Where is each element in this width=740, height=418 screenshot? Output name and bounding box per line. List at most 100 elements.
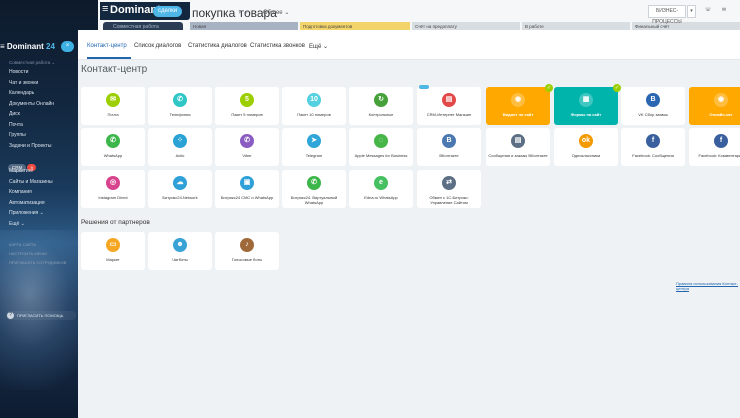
connector-tile[interactable]: В ВКонтакте bbox=[417, 128, 481, 166]
sidebar-item[interactable]: Почта bbox=[9, 122, 23, 128]
deal-title-icons[interactable]: ✓ ✓ bbox=[238, 9, 250, 16]
help-icon: ? bbox=[7, 312, 14, 319]
close-slider-button[interactable]: × bbox=[61, 41, 74, 52]
connector-tile-label: Формы на сайт bbox=[570, 112, 602, 117]
sidebar-item[interactable]: Приложения ⌄ bbox=[9, 210, 44, 216]
connector-tile[interactable]: 5 Пакет 5 номеров bbox=[215, 87, 279, 125]
sidebar-footer-link[interactable]: КАРТА САЙТА bbox=[9, 242, 36, 247]
connector-tile-label: Онлайн-чат bbox=[709, 112, 733, 117]
apple-messages-icon: ◌ bbox=[374, 134, 388, 148]
connector-tile[interactable]: ▦ Формы на сайт ✓ bbox=[554, 84, 621, 125]
viber-icon: ✆ bbox=[240, 134, 254, 148]
sidebar-item[interactable]: Группы bbox=[9, 132, 26, 138]
edna-icon: e bbox=[374, 176, 388, 190]
cloud-icon: ☁ bbox=[173, 176, 187, 190]
sidebar-footer-link[interactable]: НАСТРОИТЬ МЕНЮ bbox=[9, 251, 47, 256]
connector-tile[interactable]: ▣ Битрикс24 СМС и WhatsApp bbox=[215, 170, 279, 208]
connector-tile-label: Пакет 5 номеров bbox=[231, 112, 263, 117]
connector-tile-label: Телефония bbox=[169, 112, 191, 117]
connector-tile[interactable]: ☁ Битрикс24.Network bbox=[148, 170, 212, 208]
connector-tile[interactable]: ➤ Telegram bbox=[282, 128, 346, 166]
connector-tile[interactable]: 10 Пакет 10 номеров bbox=[282, 87, 346, 125]
sidebar-item[interactable]: Чат и звонки bbox=[9, 80, 38, 86]
deal-brand-badge[interactable]: сделки bbox=[153, 6, 183, 17]
connector-tile[interactable]: ✆ Viber bbox=[215, 128, 279, 166]
connector-tile[interactable]: ◎ Instagram Direct bbox=[81, 170, 145, 208]
connector-tile[interactable]: ▤ CRM-Интернет Магазин bbox=[417, 85, 481, 125]
business-process-more-button[interactable]: ▾ bbox=[687, 5, 696, 18]
phone-icon[interactable]: ☏ bbox=[702, 5, 714, 18]
connector-tile-label: Виджет на сайт bbox=[502, 112, 534, 117]
sidebar-item[interactable]: Документы Онлайн bbox=[9, 101, 54, 107]
deal-mode-select[interactable]: Общее ⌄ bbox=[263, 9, 289, 16]
telegram-icon: ➤ bbox=[307, 134, 321, 148]
business-process-button[interactable]: БИЗНЕС-ПРОЦЕССЫ bbox=[648, 5, 686, 25]
hamburger-icon[interactable]: ≡ bbox=[102, 3, 108, 15]
phone-icon: ✆ bbox=[173, 93, 187, 107]
sidebar-item[interactable]: Диск bbox=[9, 111, 20, 117]
connector-tile[interactable]: ✆ Битрикс24. Виртуальный WhatsApp bbox=[282, 170, 346, 208]
connector-tile[interactable]: ↻ Контрольные bbox=[349, 87, 413, 125]
sidebar-item[interactable]: Автоматизация bbox=[9, 200, 45, 206]
sidebar-item[interactable]: Компания bbox=[9, 189, 32, 195]
tab-item[interactable]: Контакт-центр bbox=[87, 43, 127, 49]
connector-tile[interactable]: ♪ Голосовые боты bbox=[215, 232, 279, 270]
connector-tile[interactable]: f Facebook: Комментарии bbox=[689, 128, 740, 166]
facebook-comments-icon: f bbox=[714, 134, 728, 148]
sim-icon: 5 bbox=[240, 93, 254, 107]
connector-tile[interactable]: В VK Сбор заявок bbox=[621, 87, 685, 125]
instagram-icon: ◎ bbox=[106, 176, 120, 190]
sidebar-subtitle[interactable]: Совместная работа ⌄ bbox=[9, 60, 55, 66]
connector-tile[interactable]: ☻ Чатботы bbox=[148, 232, 212, 270]
connector-tile[interactable]: ⇄ Обмен с 1С-Битрикс: Управление Сайтом bbox=[417, 170, 481, 208]
sidebar-item[interactable]: Новости bbox=[9, 69, 28, 75]
sidebar-item[interactable]: Сайты и Магазины bbox=[9, 179, 53, 185]
sidebar-item[interactable]: Календарь bbox=[9, 90, 34, 96]
connector-tile[interactable]: f Facebook: Сообщения bbox=[621, 128, 685, 166]
connector-tile-label: Пакет 10 номеров bbox=[297, 112, 331, 117]
sidebar-brand[interactable]: ≡ Dominant 24 bbox=[0, 42, 55, 51]
sidebar-item[interactable]: Маркетинг bbox=[9, 168, 33, 174]
tab-item[interactable]: Список диалогов bbox=[134, 43, 181, 49]
hamburger-icon[interactable]: ≡ bbox=[0, 42, 7, 51]
connector-tile[interactable]: ✆ Телефония bbox=[148, 87, 212, 125]
market-icon: ▭ bbox=[106, 238, 120, 252]
sms-icon: ▣ bbox=[240, 176, 254, 190]
tab-item[interactable]: Статистика звонков bbox=[250, 43, 305, 49]
connector-tile[interactable]: ✉ Почта bbox=[81, 87, 145, 125]
connector-tile-label: Почта bbox=[107, 112, 119, 117]
connector-tile[interactable]: ok Одноклассники bbox=[554, 128, 618, 166]
connector-tile-label: Чатботы bbox=[172, 257, 188, 262]
connector-tile[interactable]: ▤ Сообщения и заказы ВКонтакте bbox=[486, 128, 550, 166]
tab-item[interactable]: Ещё ⌄ bbox=[309, 43, 328, 50]
sidebar-footer-link[interactable]: ПРИГЛАСИТЬ СОТРУДНИКОВ bbox=[9, 260, 66, 265]
connector-tile[interactable]: ⁘ Avito bbox=[148, 128, 212, 166]
sidebar-item[interactable]: Задачи и Проекты bbox=[9, 143, 51, 149]
connector-tile[interactable]: ◉ Онлайн-чат bbox=[689, 87, 740, 125]
widget-icon: ◉ bbox=[511, 93, 525, 107]
left-sidebar: ≡ Dominant 24 × Совместная работа ⌄ Ново… bbox=[0, 40, 78, 418]
connector-tile[interactable]: ✆ WhatsApp bbox=[81, 128, 145, 166]
terms-link[interactable]: Правила использования Контакт-центра bbox=[676, 281, 740, 291]
connector-tile[interactable]: ◉ Виджет на сайт ✓ bbox=[486, 84, 553, 125]
connector-tile[interactable]: ◌ Apple Messages for Business bbox=[349, 128, 413, 166]
connector-tile[interactable]: ▭ Маркет bbox=[81, 232, 145, 270]
invite-help-button[interactable]: ? ПРИГЛАСИТЬ ПОМОЩЬ bbox=[6, 311, 76, 320]
whatsapp-icon: ✆ bbox=[106, 134, 120, 148]
sidebar-item[interactable]: Ещё ⌄ bbox=[9, 221, 25, 227]
connector-tile-label: Голосовые боты bbox=[231, 257, 263, 262]
tab-item[interactable]: Статистика диалогов bbox=[188, 43, 247, 49]
invite-help-label: ПРИГЛАСИТЬ ПОМОЩЬ bbox=[17, 313, 64, 318]
vk-icon: В bbox=[442, 134, 456, 148]
connector-tile-label: VK Сбор заявок bbox=[638, 112, 668, 117]
form-icon: ▦ bbox=[579, 93, 593, 107]
mail-icon[interactable]: ✉ bbox=[718, 5, 730, 18]
chat-icon: ◉ bbox=[714, 93, 728, 107]
refresh-icon: ↻ bbox=[374, 93, 388, 107]
crm-icon: ▤ bbox=[442, 93, 456, 107]
connector-tile[interactable]: e Edna.ru WhatsApp bbox=[349, 170, 413, 208]
contact-center-panel: Контакт-центр Список диалогов Статистика д… bbox=[78, 30, 740, 418]
connector-tile-label: Facebook: Сообщения bbox=[632, 153, 674, 158]
ok-icon: ok bbox=[579, 134, 593, 148]
connector-tile-label: ВКонтакте bbox=[439, 153, 459, 158]
